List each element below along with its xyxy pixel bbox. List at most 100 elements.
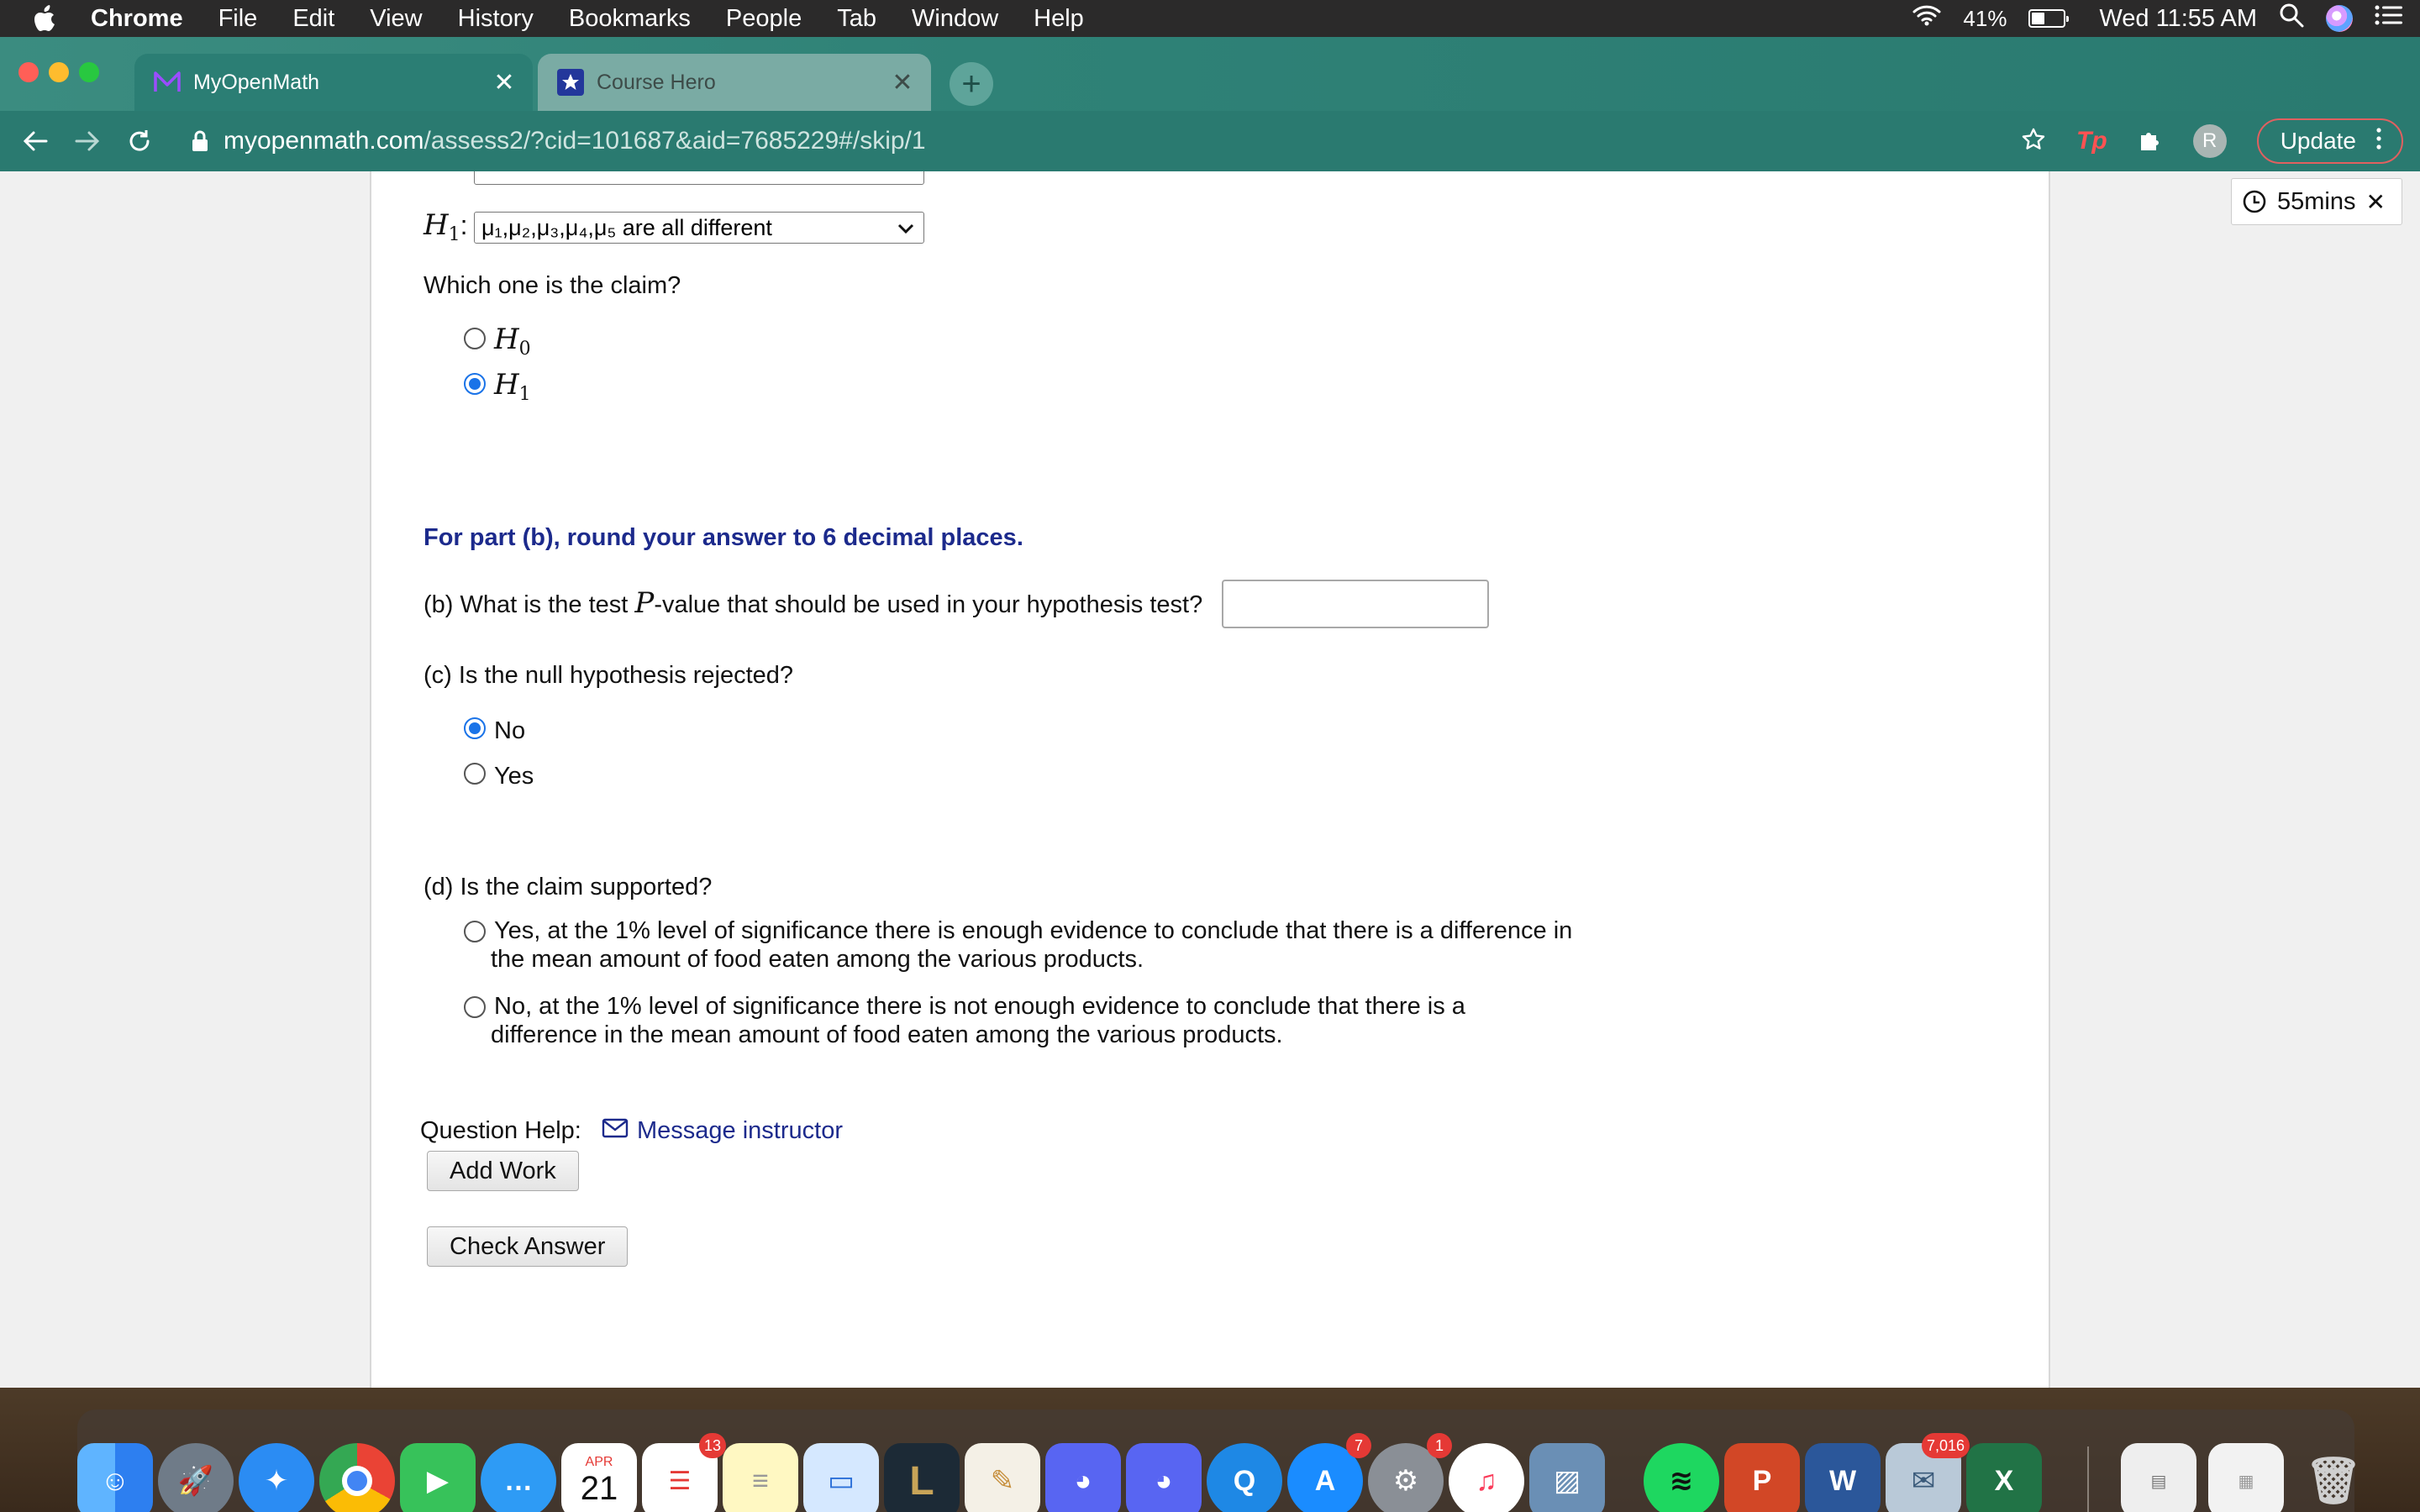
excel-icon[interactable]: X [1966, 1443, 2042, 1512]
browser-toolbar: myopenmath.com/assess2/?cid=101687&aid=7… [0, 111, 2420, 171]
bookmark-star-icon[interactable] [2021, 127, 2046, 156]
menu-file[interactable]: File [218, 5, 258, 33]
battery-fill [2032, 13, 2045, 24]
menu-app-chrome[interactable]: Chrome [91, 5, 183, 33]
address-bar[interactable]: myopenmath.com/assess2/?cid=101687&aid=7… [192, 111, 926, 171]
chrome-icon[interactable] [319, 1443, 395, 1512]
quicktime-icon[interactable]: Q [1207, 1443, 1282, 1512]
discord-canary-icon[interactable]: ◕ [1126, 1443, 1202, 1512]
league-of-legends-icon[interactable]: L [884, 1443, 960, 1512]
tab-title: MyOpenMath [193, 70, 320, 94]
chevron-down-icon [897, 218, 915, 244]
launchpad-icon[interactable]: 🚀 [158, 1443, 234, 1512]
powerpoint-icon[interactable]: P [1724, 1443, 1800, 1512]
new-tab-button[interactable]: + [950, 62, 993, 106]
tab-myopenmath[interactable]: MyOpenMath ✕ [134, 54, 533, 111]
part-d-prompt: (d) Is the claim supported? [424, 874, 713, 900]
battery-percent[interactable]: 41% [1963, 6, 2007, 32]
claim-radio-h1[interactable] [464, 373, 486, 395]
claim-radio-h0[interactable] [464, 328, 486, 349]
tab-strip: MyOpenMath ✕ Course Hero ✕ + [0, 37, 2420, 111]
spotify-icon[interactable]: ≋ [1644, 1443, 1719, 1512]
rounding-note: For part (b), round your answer to 6 dec… [424, 524, 1023, 551]
notes-icon[interactable]: ≡ [723, 1443, 798, 1512]
xlsx-file-icon[interactable]: ▤ [2121, 1443, 2196, 1512]
menu-bookmarks[interactable]: Bookmarks [569, 5, 691, 33]
tab-close-icon[interactable]: ✕ [487, 66, 521, 99]
h1-select-value: μ₁,μ₂,μ₃,μ₄,μ₅ are all different [481, 214, 772, 240]
safari-icon[interactable]: ✦ [239, 1443, 314, 1512]
facetime-icon[interactable]: ▶ [400, 1443, 476, 1512]
wifi-icon[interactable] [1912, 4, 1941, 33]
menu-view[interactable]: View [370, 5, 422, 33]
profile-avatar[interactable]: R [2192, 124, 2227, 158]
keynote-icon[interactable]: ▭ [803, 1443, 879, 1512]
notification-center-icon[interactable] [2375, 4, 2403, 33]
h1-select[interactable]: μ₁,μ₂,μ₃,μ₄,μ₅ are all different [474, 212, 924, 244]
forward-arrow-icon[interactable] [71, 124, 104, 158]
downloads-stack-icon[interactable]: ▦ [2208, 1443, 2284, 1512]
menu-tab[interactable]: Tab [837, 5, 876, 33]
part-b-prompt: (b) What is the test P-value that should… [424, 586, 1203, 620]
app-store-icon[interactable]: A 7 [1287, 1433, 1371, 1512]
h1-label: H1: [424, 208, 468, 245]
tab-title: Course Hero [597, 70, 716, 94]
url-host: myopenmath.com [224, 127, 424, 155]
h0-select-partial[interactable] [474, 171, 924, 185]
window-zoom-button[interactable] [79, 62, 99, 82]
reminders-icon[interactable]: ☰ 13 [642, 1433, 726, 1512]
kebab-menu-icon [2376, 127, 2381, 155]
reload-icon[interactable] [123, 124, 156, 158]
finder-icon[interactable]: ☺ [77, 1443, 153, 1512]
support-radio-yes[interactable] [464, 921, 486, 942]
menu-edit[interactable]: Edit [292, 5, 334, 33]
menubar-clock[interactable]: Wed 11:55 AM [2099, 5, 2257, 33]
siri-icon[interactable] [2326, 5, 2353, 32]
apple-icon[interactable] [34, 4, 59, 33]
mail-icon[interactable]: ✉ 7,016 [1886, 1433, 1970, 1512]
system-preferences-icon[interactable]: ⚙ 1 [1368, 1433, 1452, 1512]
check-answer-button[interactable]: Check Answer [427, 1226, 629, 1267]
menu-people[interactable]: People [726, 5, 802, 33]
spotlight-search-icon[interactable] [2279, 3, 2304, 34]
music-icon[interactable]: ♫ [1449, 1443, 1524, 1512]
mail-badge: 7,016 [1921, 1433, 1970, 1458]
tab-course-hero[interactable]: Course Hero ✕ [538, 54, 931, 111]
pages-icon[interactable]: ✎ [965, 1443, 1040, 1512]
menu-history[interactable]: History [458, 5, 534, 33]
calendar-icon[interactable]: APR 21 [561, 1443, 637, 1512]
reject-radio-yes[interactable] [464, 763, 486, 785]
reject-option-yes: Yes [494, 763, 534, 790]
word-icon[interactable]: W [1805, 1443, 1881, 1512]
window-close-button[interactable] [18, 62, 39, 82]
messages-icon[interactable]: … [481, 1443, 556, 1512]
claim-option-h0: H0 [494, 323, 531, 360]
window-minimize-button[interactable] [49, 62, 69, 82]
timer-label: 55mins [2277, 187, 2356, 215]
timer-widget: 55mins ✕ [2231, 178, 2402, 225]
add-work-button[interactable]: Add Work [427, 1151, 579, 1191]
timer-close-icon[interactable]: ✕ [2366, 188, 2386, 216]
discord-icon[interactable]: ◕ [1045, 1443, 1121, 1512]
coursehero-favicon-icon [556, 68, 585, 97]
message-instructor-link[interactable]: Message instructor [637, 1117, 843, 1145]
appstore-badge: 7 [1346, 1433, 1371, 1458]
support-option-no-line2: difference in the mean amount of food ea… [491, 1021, 1283, 1048]
preview-icon[interactable]: ▨ [1529, 1443, 1605, 1512]
macos-dock: ☺ 🚀 ✦ ▶ … APR 21 ☰ 13 ≡ ▭ L ✎ ◕ ◕ Q A 7 … [77, 1410, 2362, 1512]
update-button[interactable]: Update [2256, 118, 2403, 164]
envelope-icon[interactable] [602, 1117, 629, 1146]
tp-extension-icon[interactable]: Tp [2076, 127, 2107, 155]
menu-help[interactable]: Help [1034, 5, 1084, 33]
back-arrow-icon[interactable] [18, 124, 52, 158]
p-value-input[interactable] [1222, 580, 1489, 628]
menu-window[interactable]: Window [912, 5, 998, 33]
support-radio-no[interactable] [464, 996, 486, 1018]
tab-close-icon[interactable]: ✕ [886, 66, 919, 99]
extensions-puzzle-icon[interactable] [2138, 127, 2163, 156]
calendar-month: APR [585, 1454, 613, 1469]
trash-icon[interactable]: 🗑 [2296, 1443, 2371, 1512]
battery-icon[interactable] [2028, 9, 2070, 28]
reject-radio-no[interactable] [464, 717, 486, 739]
dock-separator [2087, 1446, 2089, 1512]
